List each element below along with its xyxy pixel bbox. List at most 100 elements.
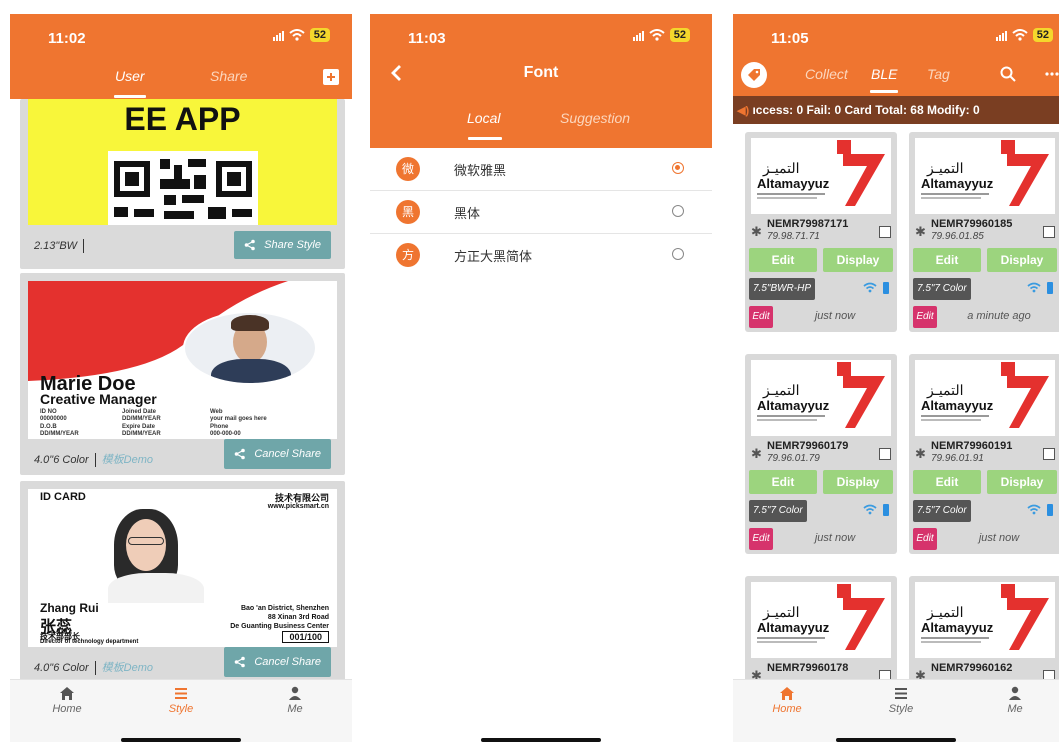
signal-icon bbox=[995, 29, 1007, 41]
tab-suggestion[interactable]: Suggestion bbox=[560, 110, 630, 126]
device-ip: 79.96.01.79 bbox=[767, 453, 820, 464]
device-name: NEMR79960185 bbox=[931, 218, 1013, 230]
logo-mark-icon bbox=[1001, 584, 1049, 650]
device-checkbox[interactable] bbox=[879, 448, 891, 460]
cancel-share-button[interactable]: Cancel Share bbox=[224, 439, 331, 469]
header: 11:02 52 User Share bbox=[10, 14, 352, 99]
edit-button[interactable]: Edit bbox=[913, 470, 981, 494]
display-button[interactable]: Display bbox=[823, 470, 893, 494]
nav-style[interactable]: Style bbox=[141, 686, 221, 715]
device-card[interactable]: التميـز Altamayyuz ✱ NEMR79987171 79.98.7… bbox=[745, 132, 897, 332]
more-icon[interactable] bbox=[1045, 72, 1059, 76]
screen-size: 2.13"BW bbox=[34, 239, 78, 252]
top-tabs: User Share bbox=[10, 64, 352, 104]
logo-mark-icon bbox=[837, 140, 885, 206]
logo-mark-icon bbox=[837, 584, 885, 650]
phone-style-screen: 11:02 52 User Share EE APP 2.13"BW Share… bbox=[10, 14, 352, 742]
nav-me[interactable]: Me bbox=[255, 686, 335, 715]
wifi-icon bbox=[1027, 282, 1041, 296]
edit-button[interactable]: Edit bbox=[913, 248, 981, 272]
tab-ble[interactable]: BLE bbox=[871, 66, 897, 82]
person-icon bbox=[1009, 686, 1021, 700]
wifi-icon bbox=[649, 29, 665, 41]
font-row[interactable]: 方 方正大黑简体 bbox=[370, 234, 712, 276]
status-bar: 11:02 52 bbox=[10, 14, 352, 58]
device-checkbox[interactable] bbox=[1043, 226, 1055, 238]
device-card[interactable]: التميـز Altamayyuz ✱ NEMR79960178 bbox=[745, 576, 897, 696]
battery-icon bbox=[1047, 504, 1053, 516]
device-name: NEMR79960191 bbox=[931, 440, 1013, 452]
font-row[interactable]: 黑 黑体 bbox=[370, 191, 712, 234]
search-icon[interactable] bbox=[1000, 66, 1016, 82]
wifi-icon bbox=[863, 504, 877, 518]
font-radio[interactable] bbox=[672, 205, 684, 217]
share-icon bbox=[244, 239, 255, 251]
edit-small-button[interactable]: Edit bbox=[749, 306, 773, 328]
device-checkbox[interactable] bbox=[1043, 448, 1055, 460]
field-label: Joined Date bbox=[122, 409, 157, 415]
field-value: DD/MM/YEAR bbox=[122, 431, 161, 437]
home-indicator bbox=[836, 738, 956, 742]
edit-button[interactable]: Edit bbox=[749, 470, 817, 494]
tab-user[interactable]: User bbox=[115, 68, 145, 84]
tab-share[interactable]: Share bbox=[210, 68, 247, 84]
demo-link[interactable]: 模板Demo bbox=[102, 662, 153, 674]
tab-tag[interactable]: Tag bbox=[927, 66, 950, 82]
nav-home[interactable]: Home bbox=[747, 686, 827, 715]
status-icons: 52 bbox=[272, 28, 330, 42]
screen-size: 4.0"6 Color bbox=[34, 454, 89, 466]
display-button[interactable]: Display bbox=[823, 248, 893, 272]
device-name: NEMR79987171 bbox=[767, 218, 849, 230]
nav-me[interactable]: Me bbox=[975, 686, 1055, 715]
device-card[interactable]: التميـز Altamayyuz ✱ NEMR79960162 bbox=[909, 576, 1059, 696]
logo-mark-icon bbox=[837, 362, 885, 428]
dept-english: Director of technology department bbox=[40, 639, 139, 645]
device-card[interactable]: التميـز Altamayyuz ✱ NEMR79960185 79.96.0… bbox=[909, 132, 1059, 332]
cancel-share-button[interactable]: Cancel Share bbox=[224, 647, 331, 677]
card-header: ID CARD bbox=[40, 491, 86, 503]
edit-small-button[interactable]: Edit bbox=[913, 306, 937, 328]
home-icon bbox=[780, 687, 794, 700]
status-icons: 52 bbox=[995, 28, 1053, 42]
logo-english: Altamayyuz bbox=[921, 620, 994, 635]
tag-logo-icon[interactable] bbox=[741, 62, 767, 88]
font-row[interactable]: 微 微软雅黑 bbox=[370, 148, 712, 191]
status-time: 11:02 bbox=[48, 30, 86, 47]
tab-local[interactable]: Local bbox=[467, 110, 500, 126]
tab-collect[interactable]: Collect bbox=[805, 66, 848, 82]
edit-button[interactable]: Edit bbox=[749, 248, 817, 272]
share-icon bbox=[235, 448, 246, 460]
edit-small-button[interactable]: Edit bbox=[913, 528, 937, 550]
bluetooth-icon: ✱ bbox=[751, 224, 762, 239]
status-ticker: ◀) ıccess: 0 Fail: 0 Card Total: 68 Modi… bbox=[733, 96, 1059, 124]
edit-small-button[interactable]: Edit bbox=[749, 528, 773, 550]
logo-english: Altamayyuz bbox=[757, 176, 830, 191]
field-label: ID NO bbox=[40, 409, 57, 415]
demo-link[interactable]: 模板Demo bbox=[102, 454, 153, 466]
device-name: NEMR79960178 bbox=[767, 662, 849, 674]
nav-style-label: Style bbox=[888, 703, 914, 715]
style-card[interactable]: EE APP 2.13"BW Share Style bbox=[20, 99, 345, 269]
list-icon bbox=[175, 688, 187, 699]
device-card[interactable]: التميـز Altamayyuz ✱ NEMR79960191 79.96.0… bbox=[909, 354, 1059, 554]
list-icon bbox=[895, 688, 907, 699]
display-button[interactable]: Display bbox=[987, 248, 1057, 272]
font-radio-selected[interactable] bbox=[672, 162, 684, 174]
device-logo: التميـز Altamayyuz bbox=[915, 360, 1055, 436]
add-icon[interactable] bbox=[322, 68, 340, 86]
style-card[interactable]: Marie Doe Creative Manager ID NO 00000000… bbox=[20, 273, 345, 475]
nav-style[interactable]: Style bbox=[861, 686, 941, 715]
style-card[interactable]: ID CARD 技术有限公司 www.picksmart.cn Zhang Ru… bbox=[20, 481, 345, 686]
nav-home[interactable]: Home bbox=[27, 686, 107, 715]
last-seen: just now bbox=[978, 532, 1020, 544]
ticker-text: ıccess: 0 Fail: 0 Card Total: 68 Modify:… bbox=[752, 103, 980, 117]
share-style-button[interactable]: Share Style bbox=[234, 231, 331, 259]
field-label: Phone bbox=[210, 424, 229, 430]
logo-mark-icon bbox=[1001, 140, 1049, 206]
font-radio[interactable] bbox=[672, 248, 684, 260]
display-button[interactable]: Display bbox=[987, 470, 1057, 494]
phone-ble-screen: 11:05 52 Collect BLE Tag ◀) ıccess: 0 Fa… bbox=[733, 14, 1059, 742]
battery-icon bbox=[883, 504, 889, 516]
device-card[interactable]: التميـز Altamayyuz ✱ NEMR79960179 79.96.0… bbox=[745, 354, 897, 554]
device-checkbox[interactable] bbox=[879, 226, 891, 238]
